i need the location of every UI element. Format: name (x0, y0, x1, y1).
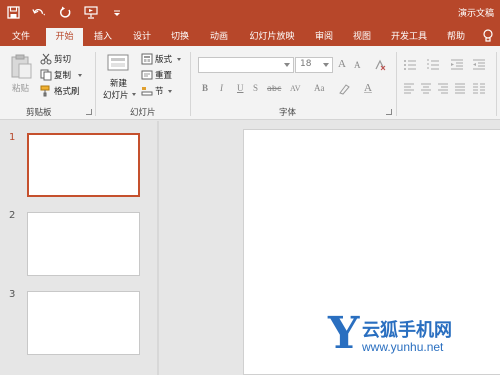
grow-font-icon[interactable]: A (338, 58, 346, 70)
section-label: 节 (155, 87, 164, 97)
tab-slideshow[interactable]: 幻灯片放映 (244, 28, 300, 46)
font-size-combo[interactable]: 18 (295, 57, 333, 73)
tab-animations[interactable]: 动画 (205, 28, 233, 46)
font-color-button[interactable]: A (364, 82, 372, 94)
watermark-letter: Y (328, 308, 360, 359)
present-from-start-icon[interactable] (84, 6, 98, 20)
quick-access-toolbar (6, 3, 124, 22)
watermark-url: www.yunhu.net (362, 340, 444, 354)
clipboard-launcher-icon[interactable] (86, 109, 92, 115)
scissors-icon (40, 53, 52, 65)
section-icon (141, 85, 153, 97)
slide-thumbnail[interactable] (27, 291, 140, 355)
bold-button[interactable]: B (202, 83, 208, 93)
tab-help[interactable]: 帮助 (442, 28, 470, 46)
watermark-logo: Y 云狐手机网 www.yunhu.net (328, 308, 498, 362)
cut-button[interactable]: 剪切 (40, 53, 80, 66)
copy-icon (40, 69, 52, 81)
lightbulb-icon[interactable] (482, 29, 494, 43)
slide-number: 1 (9, 132, 16, 143)
tab-transitions[interactable]: 切换 (166, 28, 194, 46)
reset-button[interactable]: 重置 (141, 69, 181, 82)
slide-number: 2 (9, 210, 16, 221)
copy-label: 复制 (54, 71, 72, 81)
italic-button[interactable]: I (220, 83, 223, 93)
tab-home[interactable]: 开始 (46, 28, 83, 46)
underline-button[interactable]: U (237, 83, 244, 93)
undo-icon[interactable] (32, 6, 46, 20)
font-group-label: 字体 (279, 108, 297, 118)
paste-label: 粘贴 (12, 84, 30, 94)
layout-dropdown-icon[interactable] (177, 58, 181, 61)
strikethrough-button[interactable]: abc (267, 84, 281, 93)
save-icon[interactable] (6, 6, 20, 20)
tab-design[interactable]: 设计 (128, 28, 156, 46)
decrease-indent-icon[interactable] (450, 59, 464, 74)
new-slide-label-2: 幻灯片 (103, 91, 129, 101)
font-size-value: 18 (300, 59, 312, 69)
increase-indent-icon[interactable] (472, 59, 486, 74)
redo-icon[interactable] (58, 6, 72, 20)
format-painter-button[interactable]: 格式刷 (40, 85, 88, 98)
layout-icon (141, 53, 153, 65)
section-button[interactable]: 节 (141, 85, 177, 98)
section-dropdown-icon[interactable] (168, 90, 172, 93)
copy-dropdown-icon[interactable] (78, 74, 82, 77)
columns-icon[interactable] (472, 83, 486, 97)
character-spacing-button[interactable]: AV (290, 84, 301, 93)
title-bar: 演示文稿 (0, 0, 500, 25)
slide-thumbnail-pane: 1 2 3 (0, 121, 157, 375)
layout-button[interactable]: 版式 (141, 53, 185, 66)
tab-developer[interactable]: 开发工具 (386, 28, 432, 46)
align-left-icon[interactable] (403, 83, 415, 97)
justify-icon[interactable] (454, 83, 466, 97)
highlight-pen-icon[interactable] (338, 83, 352, 98)
watermark-name: 云狐手机网 (362, 320, 452, 341)
shrink-font-icon[interactable]: A (354, 60, 361, 70)
text-shadow-button[interactable]: S (253, 83, 258, 93)
separator (396, 52, 397, 116)
separator (190, 52, 191, 116)
font-launcher-icon[interactable] (386, 109, 392, 115)
numbering-icon[interactable] (426, 59, 440, 74)
clipboard-group-label: 剪贴板 (26, 108, 52, 118)
slide-thumbnail[interactable] (27, 133, 140, 197)
copy-button[interactable]: 复制 (40, 69, 86, 82)
change-case-button[interactable]: Aa (314, 83, 325, 93)
align-center-icon[interactable] (420, 83, 432, 97)
separator (95, 52, 96, 116)
ribbon-tabs: 文件 开始 插入 设计 切换 动画 幻灯片放映 审阅 视图 开发工具 帮助 (0, 25, 500, 46)
reset-icon (141, 69, 153, 81)
paste-icon (10, 54, 32, 83)
new-slide-icon (107, 54, 129, 77)
ribbon: 粘贴 剪切 复制 格式刷 剪贴板 新建 幻灯片 版式 重置 节 幻灯片 18 A… (0, 46, 500, 120)
cut-label: 剪切 (54, 55, 72, 65)
new-slide-dropdown-icon[interactable] (132, 93, 136, 96)
format-painter-icon (40, 85, 52, 97)
new-slide-label-1: 新建 (110, 79, 128, 89)
bullets-icon[interactable] (403, 59, 417, 74)
separator (496, 52, 497, 116)
new-slide-button[interactable]: 新建 幻灯片 (100, 52, 136, 104)
tab-insert[interactable]: 插入 (89, 28, 117, 46)
align-right-icon[interactable] (437, 83, 449, 97)
font-name-dropdown-icon[interactable] (284, 63, 290, 67)
slides-group-label: 幻灯片 (130, 108, 156, 118)
slide-thumbnail[interactable] (27, 212, 140, 276)
format-painter-label: 格式刷 (54, 87, 80, 97)
slide-number: 3 (9, 289, 16, 300)
clear-formatting-icon[interactable] (374, 59, 386, 74)
font-size-dropdown-icon[interactable] (323, 63, 329, 67)
customize-qat-icon[interactable] (110, 6, 124, 20)
window-title: 演示文稿 (457, 9, 494, 19)
font-name-combo[interactable] (198, 57, 294, 73)
paste-button[interactable]: 粘贴 (8, 52, 36, 96)
layout-label: 版式 (155, 55, 173, 65)
tab-file[interactable]: 文件 (8, 28, 34, 46)
tab-review[interactable]: 审阅 (310, 28, 338, 46)
tab-view[interactable]: 视图 (348, 28, 376, 46)
reset-label: 重置 (155, 71, 173, 81)
